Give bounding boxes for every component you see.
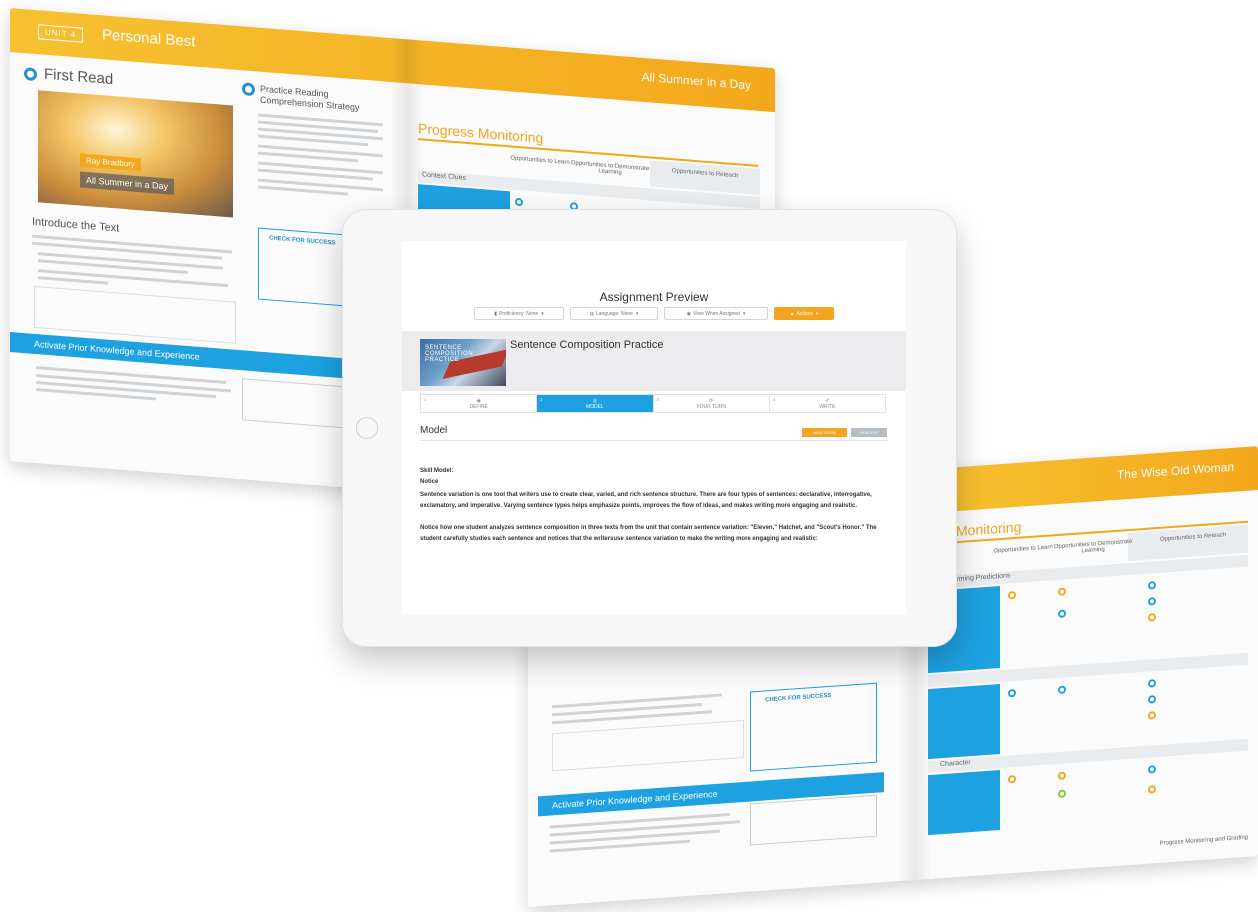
- step-your-turn[interactable]: 3 ⟳ YOUR TURN: [654, 395, 770, 412]
- introduce-text-heading: Introduce the Text: [32, 215, 120, 235]
- right-book-header-bar: The Wise Old Woman: [928, 446, 1258, 514]
- check-for-success-label: CHECK FOR SUCCESS: [269, 235, 336, 247]
- actions-label: Actions: [796, 310, 813, 317]
- right-check-for-success-label: CHECK FOR SUCCESS: [765, 692, 832, 704]
- lesson-content: Skill Model: Notice Sentence variation i…: [420, 466, 888, 556]
- right-book-footer: Progress Monitoring and Grading: [1159, 834, 1248, 847]
- unit-tag: UNIT 4: [38, 24, 84, 43]
- language-label: Language: None: [595, 310, 633, 317]
- chevron-down-icon: ▾: [742, 310, 746, 317]
- annotation-button[interactable]: ANNOTATION: [802, 428, 847, 437]
- step-write[interactable]: 4 ✐ WRITE: [770, 395, 885, 412]
- step-label: MODEL: [585, 404, 604, 410]
- eye-icon: ◉: [686, 310, 691, 317]
- step-label: DEFINE: [469, 404, 488, 410]
- unit-title: Personal Best: [102, 26, 196, 51]
- practice-icon: [242, 82, 255, 97]
- page-title: Assignment Preview: [599, 290, 709, 304]
- skill-model-label: Skill Model:: [420, 468, 454, 474]
- paragraph-1: Sentence variation is one tool that writ…: [420, 492, 872, 509]
- actions-button[interactable]: ▲ Actions ▾: [774, 307, 834, 320]
- activate-heading: Activate Prior Knowledge and Experience: [34, 338, 200, 362]
- view-when-assigned-dropdown[interactable]: ◉ View When Assigned ▾: [664, 307, 768, 320]
- highlight-button[interactable]: HIGHLIGHT: [851, 428, 887, 437]
- first-read-icon: [24, 67, 37, 82]
- globe-icon: ◍: [589, 310, 594, 317]
- language-dropdown[interactable]: ◍ Language: None ▾: [570, 307, 658, 320]
- tablet-device: Assignment Preview ▮ Proficiency: None ▾…: [342, 209, 957, 647]
- step-label: YOUR TURN: [696, 404, 726, 410]
- bar-chart-icon: ▮: [494, 310, 498, 317]
- col-learn-header: Opportunities to Learn: [510, 155, 570, 167]
- home-button[interactable]: [356, 417, 378, 439]
- thumbnail-text: SENTENCE COMPOSITION PRACTICE: [425, 345, 474, 363]
- right-book-story-title: The Wise Old Woman: [1116, 459, 1234, 482]
- divider: [420, 440, 888, 441]
- view-label: View When Assigned: [692, 310, 740, 317]
- practice-heading: Practice Reading Comprehension Strategy: [260, 83, 360, 113]
- chevron-down-icon: ▾: [541, 310, 544, 317]
- lesson-header: SENTENCE COMPOSITION PRACTICE Sentence C…: [402, 331, 906, 391]
- lesson-title: Sentence Composition Practice: [510, 339, 664, 351]
- cover-author: Ray Bradbury: [80, 153, 141, 172]
- cover-title: All Summer in a Day: [80, 171, 175, 195]
- step-define[interactable]: 1 ◉ DEFINE: [421, 395, 538, 412]
- lesson-stepper: 1 ◉ DEFINE 2 ◎ MODEL 3 ⟳ YOUR TURN 4 ✐ W…: [420, 394, 886, 413]
- chevron-down-icon: ▾: [815, 310, 819, 317]
- lesson-thumbnail: SENTENCE COMPOSITION PRACTICE: [420, 339, 506, 386]
- left-book-story-title: All Summer in a Day: [641, 69, 751, 93]
- notice-label: Notice: [420, 479, 439, 485]
- step-model[interactable]: 2 ◎ MODEL: [537, 395, 654, 412]
- right-col-learn: Opportunities to Learn: [993, 544, 1053, 555]
- speaking-frames-box: [34, 285, 236, 344]
- right-col-demo: Opportunities to Demonstrate Learning: [1053, 538, 1133, 555]
- right-progress-heading: Monitoring: [956, 518, 1022, 540]
- chevron-down-icon: ▾: [635, 310, 639, 317]
- right-check-for-success-box: CHECK FOR SUCCESS: [750, 682, 877, 772]
- col-demo-header: Opportunities to Demonstrate Learning: [570, 160, 650, 177]
- first-read-heading: First Read: [44, 65, 114, 89]
- right-activate-heading: Activate Prior Knowledge and Experience: [552, 788, 718, 811]
- paragraph-2: Notice how one student analyzes sentence…: [420, 525, 877, 542]
- story-cover-image: Ray Bradbury All Summer in a Day: [38, 90, 233, 218]
- step-label: WRITE: [819, 404, 836, 410]
- proficiency-dropdown[interactable]: ▮ Proficiency: None ▾: [474, 307, 564, 320]
- proficiency-label: Proficiency: None: [499, 310, 539, 317]
- warning-icon: ▲: [789, 310, 795, 317]
- tablet-screen: Assignment Preview ▮ Proficiency: None ▾…: [402, 241, 906, 614]
- section-heading: Model: [420, 425, 448, 436]
